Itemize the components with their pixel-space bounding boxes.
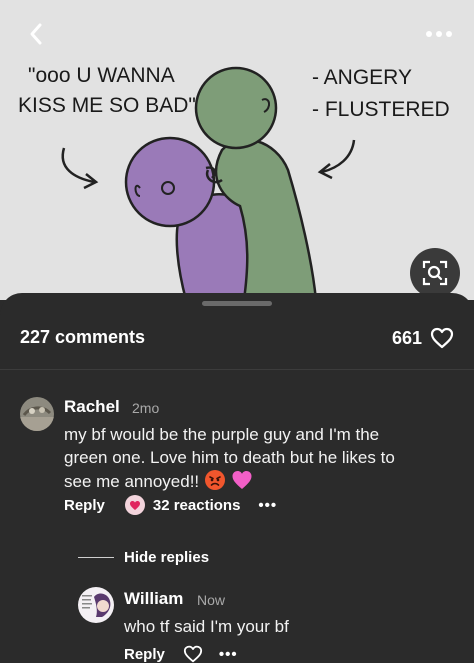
heart-icon [430, 327, 454, 349]
reply-actions: Reply ••• [124, 645, 238, 663]
replies-divider-line [78, 557, 114, 558]
more-horizontal-icon [426, 31, 452, 37]
pin-illustration: "ooo U WANNA KISS ME SO BAD" - ANGERY - … [18, 64, 450, 300]
comment-author[interactable]: Rachel [64, 397, 120, 417]
more-options-button[interactable] [422, 22, 456, 46]
hide-replies-toggle[interactable]: Hide replies [78, 549, 209, 566]
comment-more-button[interactable]: ••• [258, 497, 277, 514]
caption-left-1: "ooo U WANNA [28, 64, 175, 87]
sheet-drag-handle[interactable] [202, 301, 272, 306]
visual-search-icon [422, 260, 448, 286]
reactions-count[interactable]: 32 reactions [153, 497, 241, 514]
header-divider [0, 369, 474, 370]
comment-text: my bf would be the purple guy and I'm th… [64, 423, 464, 497]
visual-search-button[interactable] [410, 248, 460, 298]
hide-replies-label: Hide replies [124, 549, 210, 566]
back-button[interactable] [22, 20, 50, 48]
like-button[interactable]: 661 [392, 325, 454, 351]
caption-right-1: - ANGERY [312, 66, 412, 89]
reply-author[interactable]: William [124, 589, 183, 609]
comments-header: 227 comments 661 [0, 321, 474, 355]
chevron-left-icon [30, 23, 42, 45]
reply-more-button[interactable]: ••• [219, 646, 238, 663]
angry-face-emoji [204, 469, 226, 497]
comment-actions: Reply 32 reactions ••• [64, 495, 277, 515]
heart-icon[interactable] [183, 645, 203, 663]
reply-text: who tf said I'm your bf [124, 617, 289, 636]
caption-right-2: - FLUSTERED [312, 98, 450, 121]
reaction-heart-icon[interactable] [124, 495, 145, 515]
reply-button[interactable]: Reply [124, 646, 165, 663]
comments-count: 227 comments [20, 327, 146, 347]
caption-left-2: KISS ME SO BAD" [18, 94, 196, 117]
comments-sheet: 227 comments 661 Rachel 2mo my bf would … [0, 293, 474, 663]
reply-time: Now [197, 592, 226, 608]
comment-time: 2mo [132, 400, 160, 416]
avatar[interactable] [20, 397, 54, 431]
avatar[interactable] [78, 587, 114, 623]
pin-image[interactable]: "ooo U WANNA KISS ME SO BAD" - ANGERY - … [0, 0, 474, 300]
pink-heart-emoji [231, 469, 253, 497]
likes-count: 661 [391, 327, 422, 348]
reply-button[interactable]: Reply [64, 497, 105, 514]
